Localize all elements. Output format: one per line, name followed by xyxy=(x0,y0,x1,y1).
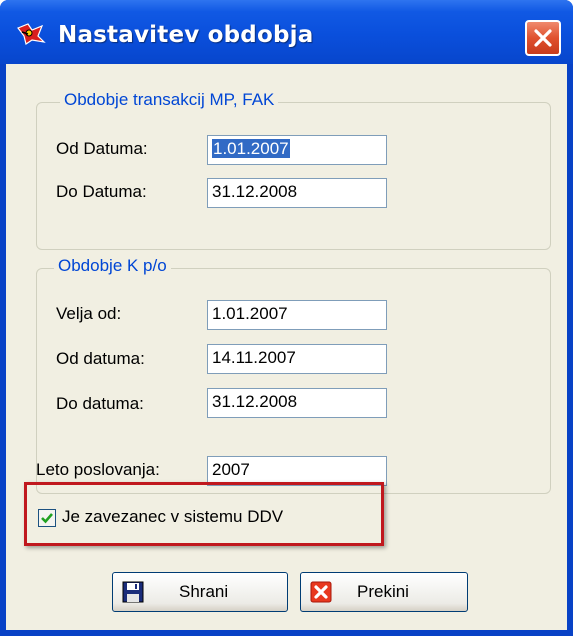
business-year-label: Leto poslovanja: xyxy=(36,460,160,479)
dialog-window: Nastavitev obdobja Obdobje transakcij MP… xyxy=(0,0,573,636)
close-button[interactable] xyxy=(525,20,561,56)
window-title: Nastavitev obdobja xyxy=(58,22,314,48)
transactions-period-group xyxy=(36,102,551,250)
cancel-button[interactable]: Prekini xyxy=(300,572,468,612)
to-date-input[interactable]: 31.12.2008 xyxy=(207,178,387,208)
from-date-label: Od Datuma: xyxy=(56,139,148,158)
kpo-to-date-label: Do datuma: xyxy=(56,394,144,413)
app-logo-icon xyxy=(16,22,46,46)
cancel-x-icon xyxy=(310,581,332,603)
transactions-period-title: Obdobje transakcij MP, FAK xyxy=(60,90,279,110)
save-button[interactable]: Shrani xyxy=(112,572,288,612)
cancel-button-label: Prekini xyxy=(357,582,409,601)
vat-checkbox-label[interactable]: Je zavezanec v sistemu DDV xyxy=(62,507,283,527)
title-bar[interactable]: Nastavitev obdobja xyxy=(0,0,573,64)
to-date-label: Do Datuma: xyxy=(56,182,147,201)
valid-from-label: Velja od: xyxy=(56,304,122,323)
kpo-from-date-label: Od datuma: xyxy=(56,349,145,368)
from-date-value: 1.01.2007 xyxy=(212,139,290,158)
kpo-from-date-input[interactable]: 14.11.2007 xyxy=(207,344,387,374)
floppy-disk-icon xyxy=(122,581,144,603)
save-button-label: Shrani xyxy=(179,582,229,601)
checkmark-icon xyxy=(41,513,53,524)
from-date-input[interactable]: 1.01.2007 xyxy=(207,135,387,165)
close-icon xyxy=(534,29,552,47)
valid-from-input[interactable]: 1.01.2007 xyxy=(207,300,387,330)
kpo-to-date-input[interactable]: 31.12.2008 xyxy=(207,388,387,418)
vat-checkbox[interactable] xyxy=(38,509,56,527)
kpo-period-title: Obdobje K p/o xyxy=(54,256,171,276)
